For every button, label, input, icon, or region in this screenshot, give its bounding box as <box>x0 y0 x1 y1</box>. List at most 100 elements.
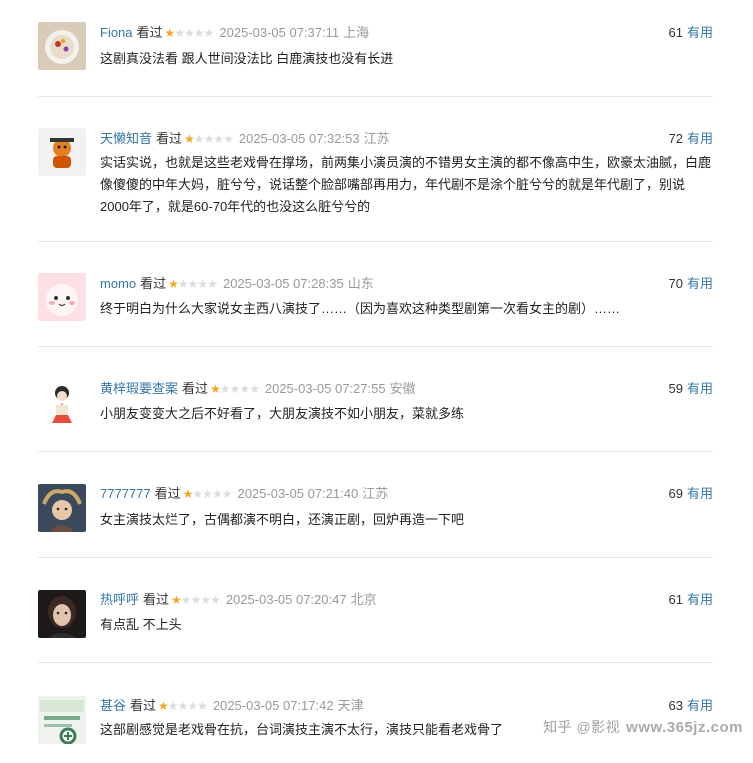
useful-button[interactable]: 有用 <box>687 592 713 607</box>
comment-time: 2025-03-05 07:21:40 <box>237 486 359 501</box>
avatar[interactable] <box>38 379 86 427</box>
star-icon: ★ <box>164 26 176 40</box>
useful-button[interactable]: 有用 <box>687 25 713 40</box>
comment-meta: Fiona 看过 ★★★★★ 2025-03-05 07:37:11 上海 <box>100 23 369 43</box>
star-icon: ★ <box>174 26 185 40</box>
star-icon: ★ <box>167 699 179 713</box>
comment-location: 山东 <box>347 276 374 291</box>
star-icon: ★ <box>193 26 205 40</box>
star-icon: ★ <box>210 593 221 607</box>
comment-item: Fiona 看过 ★★★★★ 2025-03-05 07:37:11 上海 61 有用 这… <box>38 0 713 97</box>
comment-time: 2025-03-05 07:20:47 <box>225 592 347 607</box>
comment-text: 有点乱 不上头 <box>100 617 182 632</box>
star-icon: ★ <box>197 277 208 291</box>
star-icon: ★ <box>184 132 195 146</box>
watermark-text: 知乎 @影视 <box>543 719 621 735</box>
rating-stars: ★★★★★ <box>164 26 215 40</box>
comment-text: 实话实说，也就是这些老戏骨在撑场，前两集小演员演的不错男女主演的都不像高中生，欧… <box>100 155 712 214</box>
star-icon: ★ <box>213 132 224 146</box>
star-icon: ★ <box>211 487 223 501</box>
comment-text: 小朋友变变大之后不好看了，大朋友演技不如小朋友，菜就多练 <box>100 406 465 421</box>
avatar[interactable] <box>38 273 86 321</box>
star-icon: ★ <box>171 593 182 607</box>
watched-label: 看过 <box>143 592 170 607</box>
star-icon: ★ <box>193 132 205 146</box>
vote-count: 69 <box>668 486 683 501</box>
comment-time: 2025-03-05 07:37:11 <box>219 25 340 40</box>
vote-count: 72 <box>668 131 683 146</box>
comment-item: 甚谷 看过 ★★★★★ 2025-03-05 07:17:42 天津 63 有用 这部剧感… <box>38 663 713 763</box>
username[interactable]: 黄梓瑕要查案 <box>100 381 178 396</box>
watermark: 知乎 @影视 www.365jz.com <box>543 717 743 737</box>
vote-count: 59 <box>668 381 683 396</box>
avatar[interactable] <box>38 22 86 70</box>
rating-stars: ★★★★★ <box>183 487 233 501</box>
watched-label: 看过 <box>182 381 209 396</box>
comment-location: 江苏 <box>363 131 390 146</box>
comment-text: 女主演技太烂了，古偶都演不明白，还演正剧，回炉再造一下吧 <box>100 512 465 527</box>
star-icon: ★ <box>203 26 215 40</box>
watched-label: 看过 <box>140 276 167 291</box>
vote-area: 63 有用 <box>669 696 713 716</box>
star-icon: ★ <box>223 132 234 146</box>
star-icon: ★ <box>187 277 199 291</box>
star-icon: ★ <box>229 382 241 396</box>
username[interactable]: 天懒知音 <box>100 131 152 146</box>
star-icon: ★ <box>221 487 233 501</box>
rating-stars: ★★★★★ <box>210 382 260 396</box>
star-icon: ★ <box>187 699 198 713</box>
star-icon: ★ <box>177 699 189 713</box>
useful-button[interactable]: 有用 <box>687 131 713 146</box>
star-icon: ★ <box>192 487 203 501</box>
comment-location: 江苏 <box>362 486 389 501</box>
star-icon: ★ <box>203 132 215 146</box>
username[interactable]: 甚谷 <box>100 698 126 713</box>
comment-item: 热呼呼 看过 ★★★★★ 2025-03-05 07:20:47 北京 61 有用 有点乱… <box>38 558 713 663</box>
avatar[interactable] <box>38 484 86 532</box>
rating-stars: ★★★★★ <box>158 699 208 713</box>
comment-list: Fiona 看过 ★★★★★ 2025-03-05 07:37:11 上海 61 有用 这… <box>38 0 713 763</box>
rating-stars: ★★★★★ <box>184 132 234 146</box>
vote-area: 59 有用 <box>669 379 713 399</box>
vote-count: 63 <box>668 698 683 713</box>
avatar[interactable] <box>38 696 86 744</box>
watched-label: 看过 <box>154 486 181 501</box>
comment-item: 黄梓瑕要查案 看过 ★★★★★ 2025-03-05 07:27:55 安徽 59 有用 … <box>38 347 713 452</box>
star-icon: ★ <box>239 382 250 396</box>
username[interactable]: 热呼呼 <box>100 592 139 607</box>
comment-location: 北京 <box>350 592 377 607</box>
star-icon: ★ <box>177 277 189 291</box>
useful-button[interactable]: 有用 <box>687 486 713 501</box>
comment-text: 这剧真没法看 跟人世间没法比 白鹿演技也没有长进 <box>100 51 394 66</box>
useful-button[interactable]: 有用 <box>687 276 713 291</box>
username[interactable]: Fiona <box>100 25 133 40</box>
comment-meta: momo 看过 ★★★★★ 2025-03-05 07:28:35 山东 <box>100 274 374 294</box>
vote-area: 61 有用 <box>669 23 713 43</box>
comment-meta: 热呼呼 看过 ★★★★★ 2025-03-05 07:20:47 北京 <box>100 590 377 610</box>
username[interactable]: 7777777 <box>100 486 151 501</box>
comment-item: momo 看过 ★★★★★ 2025-03-05 07:28:35 山东 70 有用 终于… <box>38 242 713 347</box>
comment-time: 2025-03-05 07:27:55 <box>264 381 386 396</box>
vote-area: 72 有用 <box>669 129 713 149</box>
comment-location: 天津 <box>337 698 364 713</box>
comment-item: 天懒知音 看过 ★★★★★ 2025-03-05 07:32:53 江苏 72 有用 实话… <box>38 97 713 242</box>
avatar[interactable] <box>38 590 86 638</box>
watermark-site: www.365jz.com <box>626 719 743 736</box>
watched-label: 看过 <box>130 698 157 713</box>
rating-stars: ★★★★★ <box>168 277 218 291</box>
avatar[interactable] <box>38 128 86 176</box>
comment-meta: 天懒知音 看过 ★★★★★ 2025-03-05 07:32:53 江苏 <box>100 129 390 149</box>
vote-count: 70 <box>668 276 683 291</box>
star-icon: ★ <box>219 382 231 396</box>
comment-text: 终于明白为什么大家说女主西八演技了……（因为喜欢这种类型剧第一次看女主的剧）…… <box>100 301 621 316</box>
star-icon: ★ <box>207 277 218 291</box>
useful-button[interactable]: 有用 <box>687 698 713 713</box>
useful-button[interactable]: 有用 <box>687 381 713 396</box>
star-icon: ★ <box>180 593 192 607</box>
star-icon: ★ <box>210 382 221 396</box>
vote-area: 70 有用 <box>669 274 713 294</box>
watched-label: 看过 <box>136 25 163 40</box>
username[interactable]: momo <box>100 276 136 291</box>
vote-area: 69 有用 <box>669 484 713 504</box>
vote-count: 61 <box>668 592 683 607</box>
